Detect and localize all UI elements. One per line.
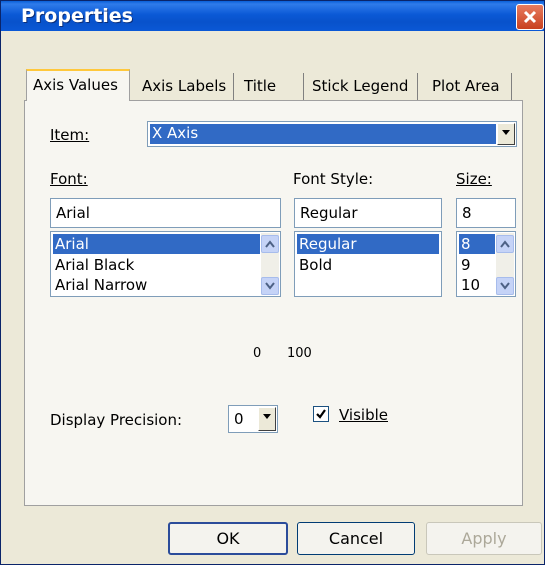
size-input[interactable]: 8 bbox=[456, 198, 516, 228]
size-list[interactable]: 8 9 10 bbox=[456, 231, 516, 297]
size-label: Size: bbox=[456, 170, 492, 188]
font-style-label: Font Style: bbox=[293, 170, 374, 188]
display-precision-label: Display Precision: bbox=[50, 411, 183, 429]
tab-stick-legend[interactable]: Stick Legend bbox=[306, 73, 418, 100]
size-scroll-up-button[interactable] bbox=[496, 235, 514, 253]
font-style-option[interactable]: Regular bbox=[297, 234, 439, 254]
font-style-list[interactable]: Regular Bold bbox=[294, 231, 442, 297]
item-selected-value: X Axis bbox=[150, 124, 496, 144]
font-list-scrollbar[interactable] bbox=[261, 233, 279, 295]
font-style-input[interactable]: Regular bbox=[294, 198, 442, 228]
item-dropdown-button[interactable] bbox=[497, 123, 515, 145]
precision-value: 0 bbox=[234, 410, 244, 428]
visible-label: Visible bbox=[339, 406, 388, 424]
font-style-option[interactable]: Bold bbox=[297, 255, 439, 275]
font-option[interactable]: Arial Narrow bbox=[53, 275, 260, 295]
window-title: Properties bbox=[21, 5, 133, 27]
cancel-button[interactable]: Cancel bbox=[297, 522, 415, 555]
precision-combobox[interactable]: 0 bbox=[228, 405, 278, 433]
tab-panel bbox=[24, 100, 523, 506]
tab-axis-labels[interactable]: Axis Labels bbox=[136, 73, 234, 100]
close-button[interactable] bbox=[516, 4, 544, 30]
precision-dropdown-button[interactable] bbox=[258, 407, 276, 431]
title-bar[interactable]: Properties bbox=[1, 1, 544, 31]
properties-dialog: Properties Axis Values Axis Labels Title… bbox=[0, 0, 545, 565]
tab-plot-area[interactable]: Plot Area bbox=[426, 73, 512, 100]
item-label: Item: bbox=[50, 126, 90, 144]
ok-button[interactable]: OK bbox=[168, 522, 288, 555]
range-min-value: 0 bbox=[253, 346, 262, 361]
tab-axis-values[interactable]: Axis Values bbox=[26, 69, 130, 101]
tab-title[interactable]: Title bbox=[238, 73, 304, 100]
font-scroll-down-button[interactable] bbox=[261, 277, 279, 295]
range-max-value: 100 bbox=[287, 346, 312, 361]
size-option[interactable]: 8 bbox=[459, 234, 495, 254]
visible-checkbox[interactable] bbox=[313, 406, 329, 422]
font-list[interactable]: Arial Arial Black Arial Narrow bbox=[50, 231, 281, 297]
size-option[interactable]: 9 bbox=[459, 255, 495, 275]
size-list-scrollbar[interactable] bbox=[496, 233, 514, 295]
font-input[interactable]: Arial bbox=[50, 198, 281, 228]
size-scroll-down-button[interactable] bbox=[496, 277, 514, 295]
size-option[interactable]: 10 bbox=[459, 275, 495, 295]
font-label: Font: bbox=[50, 170, 88, 188]
item-combobox[interactable]: X Axis bbox=[147, 121, 517, 147]
apply-button[interactable]: Apply bbox=[426, 522, 542, 555]
font-option[interactable]: Arial Black bbox=[53, 255, 260, 275]
font-option[interactable]: Arial bbox=[53, 234, 260, 254]
font-scroll-up-button[interactable] bbox=[261, 235, 279, 253]
